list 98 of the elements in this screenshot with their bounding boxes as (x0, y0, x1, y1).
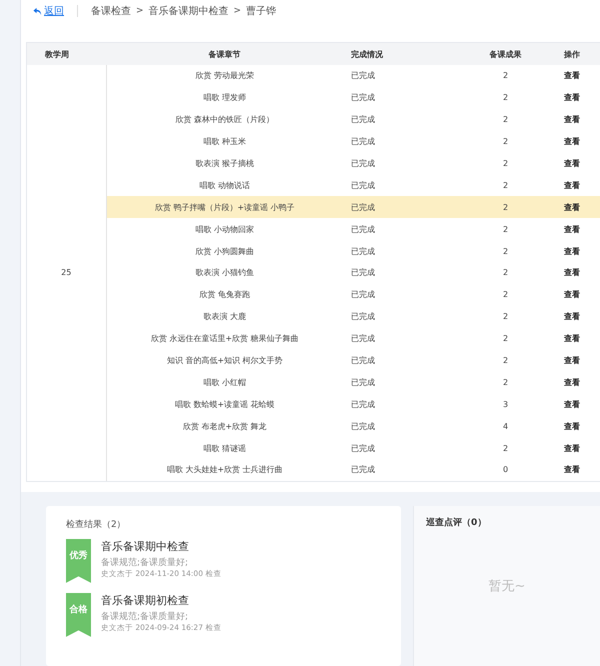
table-cell: 欣赏 布老虎+欣赏 舞龙 (106, 415, 343, 438)
view-link[interactable]: 查看 (564, 400, 580, 409)
table-cell: 2 (467, 65, 544, 87)
column-header: 备课章节 (106, 43, 343, 65)
check-comment: 备课规范;备课质量好; (101, 556, 190, 569)
table-cell: 歌表演 猴子摘桃 (106, 152, 343, 174)
table-cell: 2 (467, 174, 544, 196)
table-cell: 歌表演 小猫钓鱼 (106, 262, 343, 284)
table-cell: 唱歌 小动物回家 (106, 218, 343, 240)
table-cell-text: 4 (502, 420, 510, 433)
table-cell-text: 2 (502, 442, 510, 455)
view-link[interactable]: 查看 (564, 202, 580, 212)
view-link[interactable]: 查看 (564, 378, 580, 387)
table-cell: 歌表演 大鹿 (106, 306, 343, 328)
view-link[interactable]: 查看 (564, 290, 580, 300)
table-cell: 25 (27, 65, 106, 481)
table-cell-text: 已完成 (350, 442, 376, 455)
view-link[interactable]: 查看 (564, 71, 580, 80)
table-cell: 唱歌 动物说话 (106, 174, 343, 196)
table-cell: 2 (467, 196, 544, 218)
table-cell-text: 已完成 (350, 464, 376, 476)
column-header: 操作 (544, 43, 600, 65)
check-title: 音乐备课期中检查 (101, 538, 190, 554)
view-link[interactable]: 查看 (564, 465, 580, 474)
table-cell-text: 2 (502, 158, 510, 170)
view-link[interactable]: 查看 (564, 93, 580, 102)
table-cell-text: 已完成 (350, 420, 376, 433)
table-cell: 唱歌 小红帽 (106, 371, 343, 394)
table-cell: 已完成 (343, 174, 467, 196)
back-arrow-icon (33, 6, 42, 16)
table-cell-text: 已完成 (350, 267, 376, 280)
table-cell-text: 已完成 (350, 355, 376, 368)
table-cell-text: 已完成 (350, 398, 376, 411)
table-cell: 唱歌 种玉米 (106, 130, 343, 153)
view-link[interactable]: 查看 (564, 422, 580, 431)
view-link[interactable]: 查看 (564, 224, 580, 234)
table-cell: 欣赏 小狗圆舞曲 (106, 240, 343, 262)
table-cell-text: 已完成 (350, 136, 376, 148)
view-link[interactable]: 查看 (564, 334, 580, 344)
empty-message: 暂无~ (488, 578, 526, 595)
section-title: 检查结果（2） (66, 518, 127, 531)
back-link[interactable]: 返回 (33, 4, 64, 18)
table-cell-text: 2 (502, 246, 510, 258)
breadcrumb-separator: > (234, 6, 242, 16)
table-cell: 欣赏 森林中的铁匠（片段） (106, 108, 343, 131)
table-cell-text: 0 (502, 464, 510, 476)
view-link[interactable]: 查看 (564, 115, 580, 124)
table-cell-text: 2 (502, 92, 510, 104)
grade-ribbon: 优秀 (66, 538, 91, 583)
check-title: 音乐备课期初检查 (101, 592, 190, 608)
view-link[interactable]: 查看 (564, 137, 580, 146)
table-cell-text: 2 (502, 136, 510, 148)
table-cell-text: 已完成 (350, 333, 376, 346)
breadcrumb-item[interactable]: 音乐备课期中检查 (148, 4, 229, 18)
breadcrumb-item[interactable]: 备课检查 (91, 4, 131, 18)
view-link[interactable]: 查看 (564, 180, 580, 190)
table-cell-text: 3 (502, 398, 510, 411)
table-cell: 欣赏 劳动最光荣 (106, 65, 343, 87)
check-comment: 备课规范;备课质量好; (101, 610, 190, 623)
column-header: 教学周 (27, 43, 106, 65)
view-link[interactable]: 查看 (564, 246, 580, 256)
table-cell: 唱歌 猜谜谣 (106, 437, 343, 460)
table-cell: 已完成 (343, 196, 467, 218)
table-cell-text: 2 (502, 267, 510, 280)
table-cell-text: 2 (502, 376, 510, 389)
table-cell-text: 已完成 (350, 246, 376, 258)
table-cell-text: 已完成 (350, 158, 376, 170)
table-cell: 知识 音的高低+知识 柯尔文手势 (106, 350, 343, 372)
breadcrumb-item: 曹子铧 (246, 4, 276, 18)
table-cell-text: 已完成 (350, 311, 376, 324)
view-link[interactable]: 查看 (564, 159, 580, 168)
view-link[interactable]: 查看 (564, 356, 580, 366)
view-link[interactable]: 查看 (564, 268, 580, 278)
table-cell-text: 2 (502, 311, 510, 324)
table-cell: 已完成 (343, 65, 467, 87)
breadcrumb-separator: > (136, 6, 144, 16)
table-cell: 唱歌 理发师 (106, 86, 343, 109)
table-cell-text: 已完成 (350, 114, 376, 126)
table-cell-text: 已完成 (350, 376, 376, 389)
grade-ribbon: 合格 (66, 592, 91, 637)
view-link[interactable]: 查看 (564, 444, 580, 453)
view-link[interactable]: 查看 (564, 312, 580, 322)
table-cell: 唱歌 大头娃娃+欣赏 士兵进行曲 (106, 459, 343, 481)
table-cell-text: 2 (502, 114, 510, 126)
table-cell: 唱歌 数蛤蟆+读童谣 花蛤蟆 (106, 393, 343, 416)
section-title: 巡查点评（0） (426, 516, 488, 529)
table-cell-text: 已完成 (350, 92, 376, 104)
column-header: 备课成果 (467, 43, 544, 65)
table-cell: 已完成 (343, 218, 467, 240)
table-cell: 欣赏 永远住在童话里+欣赏 糖果仙子舞曲 (106, 328, 343, 350)
table-cell: 2 (467, 218, 544, 240)
table-cell: 欣赏 鸭子拌嘴（片段）+读童谣 小鸭子 (106, 196, 343, 218)
table-cell-text: 2 (502, 333, 510, 346)
table-cell-text: 2 (502, 289, 510, 302)
table-cell: 欣赏 龟兔赛跑 (106, 284, 343, 306)
table-cell-text: 2 (502, 355, 510, 368)
column-header: 完成情况 (343, 43, 467, 65)
table-cell-text: 已完成 (350, 289, 376, 302)
